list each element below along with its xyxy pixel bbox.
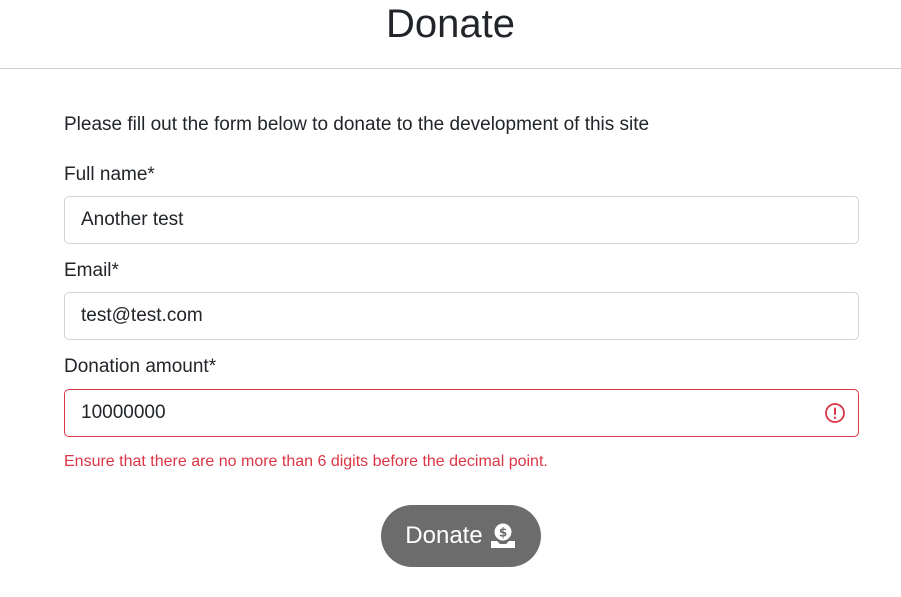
donation-amount-error: Ensure that there are no more than 6 dig… [64, 453, 548, 470]
donation-amount-input[interactable] [64, 389, 859, 437]
email-label: Email* [64, 260, 119, 281]
email-input[interactable] [64, 292, 859, 340]
full-name-label: Full name* [64, 164, 155, 185]
donate-button-label: Donate [405, 522, 483, 549]
page-title: Donate [386, 2, 515, 46]
form-intro-text: Please fill out the form below to donate… [64, 114, 650, 135]
page-header: Donate [0, 0, 901, 69]
svg-text:$: $ [499, 526, 507, 540]
error-circle-icon [825, 403, 845, 423]
full-name-input[interactable] [64, 196, 859, 244]
donate-button[interactable]: Donate $ [381, 505, 541, 567]
donation-amount-label: Donation amount* [64, 356, 217, 377]
hand-holding-dollar-icon: $ [490, 523, 515, 548]
